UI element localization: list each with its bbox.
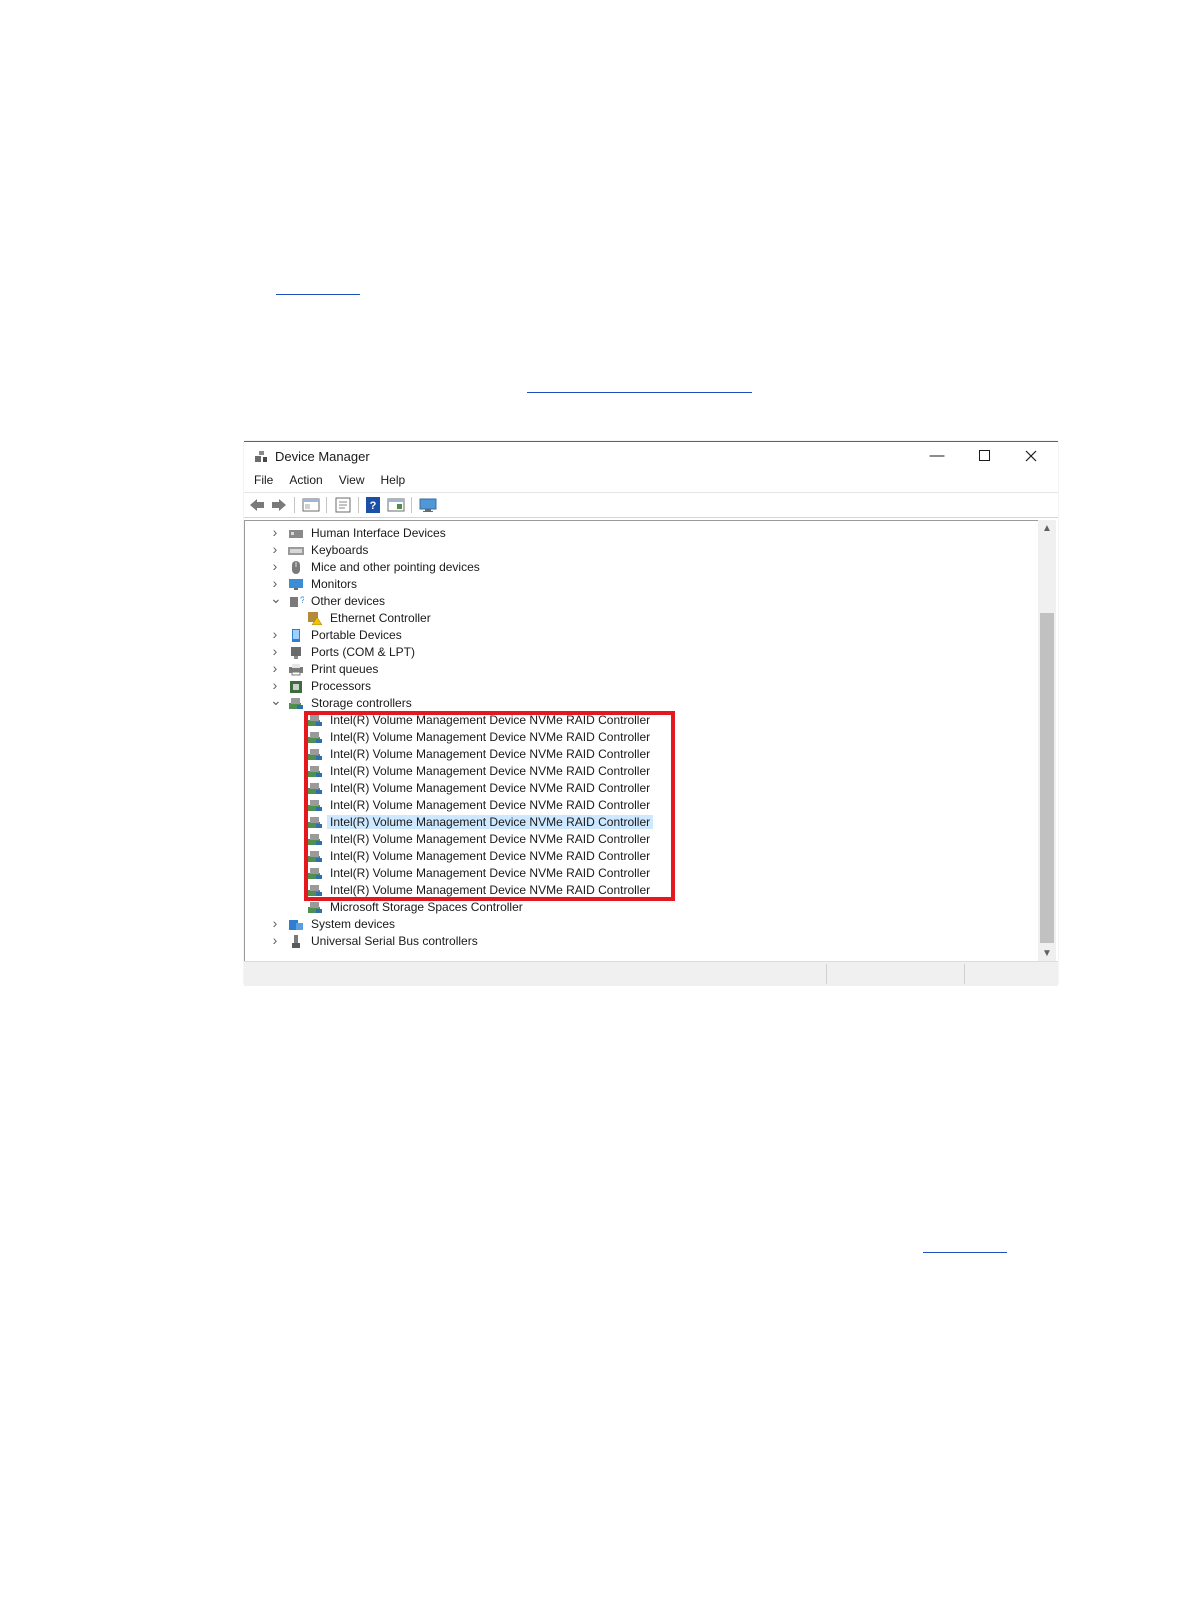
status-separator <box>964 964 965 984</box>
tree-category[interactable]: › Ports (COM & LPT) <box>245 643 1035 661</box>
help-icon[interactable]: ? <box>364 497 382 513</box>
tree-category[interactable]: › Print queues <box>245 660 1035 678</box>
chevron-right-icon[interactable]: › <box>270 660 280 676</box>
keyboard-icon <box>288 547 304 555</box>
menu-help[interactable]: Help <box>371 470 412 490</box>
chevron-right-icon[interactable]: › <box>270 932 280 948</box>
toolbar: ? <box>244 492 1058 518</box>
menu-view[interactable]: View <box>329 470 371 490</box>
monitor-icon <box>289 579 303 590</box>
tree-item-label: Other devices <box>311 594 386 608</box>
chevron-down-icon[interactable]: ⌄ <box>270 692 282 709</box>
tree-device[interactable]: Ethernet Controller <box>245 610 1035 627</box>
tree-category[interactable]: ⌄? Other devices <box>245 590 1035 610</box>
device-manager-icon <box>255 451 267 462</box>
hid-icon <box>289 530 303 538</box>
warning-device-icon <box>308 612 323 625</box>
tree-category[interactable]: › Processors <box>245 677 1035 695</box>
menu-file[interactable]: File <box>244 470 279 490</box>
tree-item-label: Mice and other pointing devices <box>311 560 480 574</box>
chevron-right-icon[interactable]: › <box>270 541 280 557</box>
toolbar-separator <box>294 497 295 513</box>
chevron-right-icon[interactable]: › <box>270 915 280 931</box>
storage-controller-icon <box>308 902 322 913</box>
chevron-right-icon[interactable]: › <box>270 626 280 642</box>
menu-action[interactable]: Action <box>279 470 328 490</box>
tree-item-label: Print queues <box>311 662 379 676</box>
tree-item-label: Portable Devices <box>311 628 402 642</box>
tree-item-label: Ethernet Controller <box>330 611 431 625</box>
document-link[interactable] <box>276 294 360 295</box>
maximize-button[interactable] <box>961 442 1007 469</box>
window-title: Device Manager <box>275 449 370 464</box>
storage-controller-icon <box>289 698 303 709</box>
document-link[interactable] <box>527 392 752 393</box>
chevron-down-icon[interactable]: ⌄ <box>270 590 282 607</box>
document-link[interactable] <box>923 1252 1007 1253</box>
minimize-icon: — <box>929 447 945 464</box>
minimize-button[interactable]: — <box>914 442 960 469</box>
close-button[interactable] <box>1008 442 1054 469</box>
tree-category[interactable]: › Universal Serial Bus controllers <box>245 932 1035 950</box>
highlight-box <box>304 711 675 901</box>
close-icon <box>1025 450 1037 461</box>
action-pane-icon[interactable] <box>387 497 405 513</box>
title-bar[interactable]: Device Manager — <box>244 442 1058 469</box>
properties-icon[interactable] <box>334 497 352 513</box>
status-separator <box>826 964 827 984</box>
printer-icon <box>289 664 303 676</box>
tree-item-label: Keyboards <box>311 543 369 557</box>
tree-category[interactable]: › Monitors <box>245 575 1035 593</box>
scroll-thumb[interactable] <box>1040 613 1054 943</box>
tree-category[interactable]: › Portable Devices <box>245 626 1035 644</box>
tree-item-label: Processors <box>311 679 372 693</box>
toolbar-separator <box>358 497 359 513</box>
svg-text:?: ? <box>300 595 304 605</box>
port-icon <box>291 647 301 659</box>
usb-icon <box>292 935 300 948</box>
chevron-right-icon[interactable]: › <box>270 558 280 574</box>
menu-bar: File Action View Help <box>244 470 1058 490</box>
tree-device[interactable]: Microsoft Storage Spaces Controller <box>245 899 1035 916</box>
tree-item-label: Universal Serial Bus controllers <box>311 934 478 948</box>
chevron-right-icon[interactable]: › <box>270 575 280 591</box>
tree-item-label: Ports (COM & LPT) <box>311 645 416 659</box>
portable-device-icon <box>292 629 300 642</box>
tree-category[interactable]: › Mice and other pointing devices <box>245 558 1035 576</box>
tree-item-label: Microsoft Storage Spaces Controller <box>330 900 523 914</box>
tree-item-label: Storage controllers <box>311 696 412 710</box>
toolbar-separator <box>411 497 412 513</box>
tree-item-label: Monitors <box>311 577 358 591</box>
show-hide-console-tree-icon[interactable] <box>302 497 320 513</box>
forward-arrow-icon[interactable] <box>270 497 288 513</box>
tree-item-label: Human Interface Devices <box>311 526 446 540</box>
scan-hardware-icon[interactable] <box>419 497 437 513</box>
toolbar-separator <box>326 497 327 513</box>
status-bar <box>244 961 1058 986</box>
back-arrow-icon[interactable] <box>248 497 266 513</box>
tree-category[interactable]: ⌄ Storage controllers <box>245 692 1035 712</box>
chevron-right-icon[interactable]: › <box>270 677 280 693</box>
maximize-icon <box>978 450 990 461</box>
chevron-right-icon[interactable]: › <box>270 643 280 659</box>
tree-category[interactable]: › System devices <box>245 915 1035 933</box>
scroll-down-icon[interactable]: ▼ <box>1038 945 1056 961</box>
processor-icon <box>290 681 302 693</box>
mouse-icon <box>292 561 300 574</box>
tree-category[interactable]: › Human Interface Devices <box>245 524 1035 542</box>
vertical-scrollbar[interactable]: ▲ ▼ <box>1038 520 1056 961</box>
svg-text:?: ? <box>370 500 377 512</box>
chevron-right-icon[interactable]: › <box>270 524 280 540</box>
unknown-device-icon: ? <box>290 595 304 607</box>
tree-item-label: System devices <box>311 917 396 931</box>
scroll-up-icon[interactable]: ▲ <box>1038 520 1056 536</box>
tree-category[interactable]: › Keyboards <box>245 541 1035 559</box>
system-devices-icon <box>289 920 303 930</box>
